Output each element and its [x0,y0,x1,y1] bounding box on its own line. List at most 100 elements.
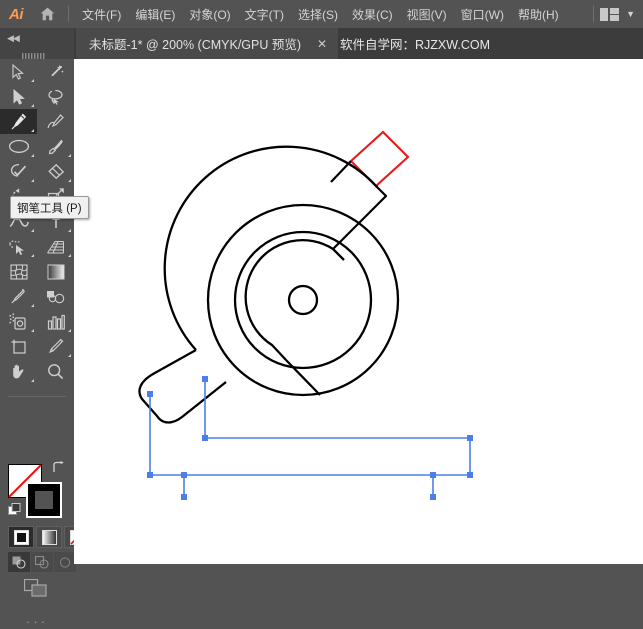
menu-window[interactable]: 窗口(W) [454,0,511,28]
tool-corner-marker [31,129,34,132]
column-graph-tool[interactable] [37,309,74,334]
color-mode-button[interactable] [8,526,34,548]
tool-row [0,109,74,134]
curvature-tool[interactable] [37,109,74,134]
draw-behind-button[interactable] [31,552,53,572]
tool-corner-marker [31,154,34,157]
tools-panel: 钢笔工具 (P) ··· [0,59,90,629]
document-tab-title: 未标题-1* @ 200% (CMYK/GPU 预览) [89,38,302,52]
artboard-canvas[interactable] [74,59,643,564]
outer-disc-circle[interactable] [206,203,400,397]
tool-corner-marker [31,254,34,257]
watermark-text: 软件自学网：RJZXW.COM [340,38,490,52]
tool-corner-marker [31,79,34,82]
perspective-grid-tool[interactable] [37,234,74,259]
pen-tool[interactable] [0,109,37,134]
gradient-mode-button[interactable] [36,526,62,548]
center-bore-circle[interactable] [287,284,319,316]
selection-tool[interactable] [0,59,37,84]
default-fill-stroke-icon[interactable] [8,503,21,516]
document-tab[interactable]: 未标题-1* @ 200% (CMYK/GPU 预览) ✕ [76,28,339,59]
shaper-tool[interactable] [0,159,37,184]
draw-inside-button[interactable] [54,552,76,572]
slice-tool[interactable] [37,334,74,359]
tool-corner-marker [31,179,34,182]
collapse-panel-icon[interactable]: ◀◀ [7,33,20,44]
menu-object[interactable]: 对象(O) [182,0,237,28]
chevron-down-icon[interactable]: ▼ [626,9,635,19]
symbol-sprayer-tool[interactable] [0,309,37,334]
app-logo-icon: Ai [9,5,24,23]
menu-edit[interactable]: 编辑(E) [128,0,182,28]
tool-row [0,334,74,359]
illustrator-window: Ai 文件(F) 编辑(E) 对象(O) 文字(T) 选择(S) 效果(C) 视… [0,0,643,629]
anchor-point[interactable] [202,376,208,382]
panel-collapse-area[interactable]: ◀◀ [0,28,74,60]
anchor-point[interactable] [181,472,187,478]
menu-type[interactable]: 文字(T) [238,0,291,28]
tool-row [0,259,74,284]
shape-builder-tool[interactable] [0,234,37,259]
paintbrush-tool[interactable] [37,134,74,159]
nozzle-rect-red[interactable] [349,130,410,188]
close-icon[interactable]: ✕ [317,38,327,50]
tool-corner-marker [31,104,34,107]
artboard-tool[interactable] [0,334,37,359]
direct-selection-tool[interactable] [0,84,37,109]
anchor-point[interactable] [430,494,436,500]
hand-tool[interactable] [0,359,37,384]
anchor-point[interactable] [467,472,473,478]
panel-drag-handle[interactable] [22,47,52,60]
selected-path[interactable] [149,379,471,497]
tool-corner-marker [31,229,34,232]
inner-hub-lower-edge[interactable] [285,359,321,396]
tool-corner-marker [68,354,71,357]
toolbar-overflow-button[interactable]: ··· [0,614,74,629]
zoom-tool[interactable] [37,359,74,384]
tool-grid [0,59,74,384]
lasso-tool[interactable] [37,84,74,109]
swap-fill-stroke-icon[interactable] [52,461,65,477]
tool-corner-marker [68,154,71,157]
inner-hub-notch[interactable] [332,248,345,261]
eraser-tool[interactable] [37,159,74,184]
menu-file[interactable]: 文件(F) [75,0,128,28]
tool-corner-marker [68,329,71,332]
anchor-point[interactable] [147,472,153,478]
tool-row [0,134,74,159]
stroke-swatch[interactable] [26,482,62,518]
draw-normal-button[interactable] [8,552,30,572]
draw-mode-row [8,552,76,572]
anchor-point[interactable] [181,494,187,500]
tool-row [0,84,74,109]
magic-wand-tool[interactable] [37,59,74,84]
gradient-tool[interactable] [37,259,74,284]
mesh-tool[interactable] [0,259,37,284]
workspace-separator [593,6,595,22]
ellipse-tool[interactable] [0,134,37,159]
middle-disc-circle[interactable] [233,230,373,370]
menu-view[interactable]: 视图(V) [400,0,454,28]
screen-mode-button[interactable] [23,578,50,599]
handle-body[interactable] [138,348,227,424]
tool-corner-marker [31,304,34,307]
tool-row [0,59,74,84]
blend-tool[interactable] [37,284,74,309]
menu-effect[interactable]: 效果(C) [345,0,400,28]
tool-corner-marker [68,229,71,232]
anchor-point[interactable] [467,435,473,441]
menu-help[interactable]: 帮助(H) [511,0,566,28]
eyedropper-tool[interactable] [0,284,37,309]
tool-row [0,309,74,334]
stroke-swatch-inner [35,491,53,509]
tool-panel-divider [8,396,66,397]
tool-corner-marker [31,329,34,332]
workspace-switcher-icon[interactable] [600,7,620,21]
anchor-point[interactable] [147,391,153,397]
anchor-point[interactable] [430,472,436,478]
artwork-vector[interactable] [74,59,643,564]
guard-arc-outline[interactable] [330,160,388,250]
anchor-point[interactable] [202,435,208,441]
home-icon[interactable] [32,0,62,28]
menu-select[interactable]: 选择(S) [291,0,345,28]
